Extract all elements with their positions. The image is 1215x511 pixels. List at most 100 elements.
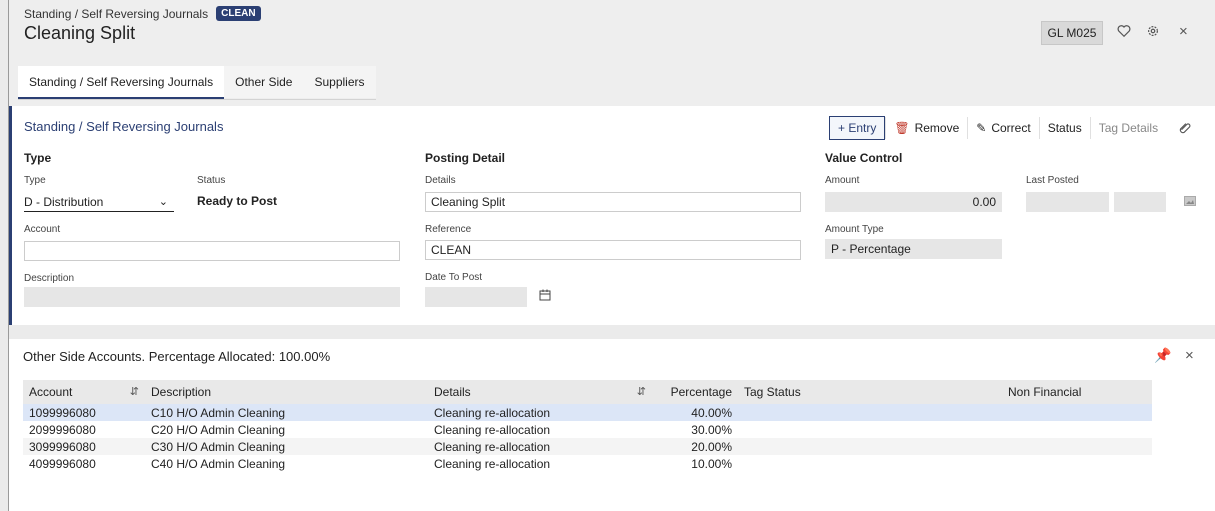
col-description-header[interactable]: Description xyxy=(145,380,428,404)
cell-tag-status xyxy=(738,438,1002,455)
cell-account: 4099996080 xyxy=(23,455,145,472)
close-icon[interactable]: × xyxy=(1179,23,1188,40)
cell-description: C30 H/O Admin Cleaning xyxy=(145,438,428,455)
col-details-label: Details xyxy=(434,385,471,399)
description-field xyxy=(24,287,400,307)
tag-details-button[interactable]: Tag Details xyxy=(1089,117,1166,139)
amount-type-field: P - Percentage xyxy=(825,239,1002,259)
other-side-accounts-table: Account ⇵ Description Details ⇵ Percentage… xyxy=(23,380,1152,472)
close-panel-icon[interactable]: × xyxy=(1185,347,1194,364)
remove-label: Remove xyxy=(914,121,960,135)
cell-tag-status xyxy=(738,455,1002,472)
page-title: Cleaning Split xyxy=(24,23,136,43)
cell-description: C20 H/O Admin Cleaning xyxy=(145,421,428,438)
record-badge: CLEAN xyxy=(216,6,261,21)
entry-button[interactable]: + Entry xyxy=(829,116,886,140)
journal-details-panel: Standing / Self Reversing Journals + Ent… xyxy=(9,106,1215,325)
chevron-down-icon: ⌄ xyxy=(158,196,168,208)
description-label: Description xyxy=(24,273,75,284)
table-row[interactable]: 4099996080 C40 H/O Admin Cleaning Cleani… xyxy=(23,455,1152,472)
correct-button[interactable]: ✎ Correct xyxy=(967,117,1038,139)
action-toolbar: + Entry 🗑 Remove ✎ Correct Status Tag De… xyxy=(829,116,1200,140)
heart-icon[interactable] xyxy=(1117,24,1131,41)
status-label: Status xyxy=(197,175,226,186)
type-select[interactable]: D - Distribution ⌄ xyxy=(24,192,174,212)
sort-icon[interactable]: ⇵ xyxy=(637,385,646,398)
sort-icon[interactable]: ⇵ xyxy=(130,385,139,398)
table-row[interactable]: 2099996080 C20 H/O Admin Cleaning Cleani… xyxy=(23,421,1152,438)
cell-details: Cleaning re-allocation xyxy=(428,404,652,421)
type-group-heading: Type xyxy=(24,151,52,165)
table-row[interactable]: 1099996080 C10 H/O Admin Cleaning Cleani… xyxy=(23,404,1152,421)
date-to-post-field[interactable] xyxy=(425,287,527,307)
app-window: Standing / Self Reversing Journals CLEAN… xyxy=(8,0,1215,511)
cell-details: Cleaning re-allocation xyxy=(428,421,652,438)
type-select-value: D - Distribution xyxy=(24,194,104,209)
cell-percentage: 20.00% xyxy=(652,438,738,455)
other-side-accounts-panel: Other Side Accounts. Percentage Allocate… xyxy=(9,339,1215,511)
last-posted-date-field xyxy=(1026,192,1109,212)
section-title: Standing / Self Reversing Journals xyxy=(24,119,224,134)
account-label: Account xyxy=(24,224,61,235)
status-value: Ready to Post xyxy=(197,194,278,208)
cell-non-financial xyxy=(1002,438,1152,455)
cell-account: 3099996080 xyxy=(23,438,145,455)
amount-field: 0.00 xyxy=(825,192,1002,212)
col-details-header[interactable]: Details ⇵ xyxy=(428,380,652,404)
cell-non-financial xyxy=(1002,421,1152,438)
tab-bar: Standing / Self Reversing Journals Other… xyxy=(18,66,376,100)
account-input[interactable] xyxy=(24,241,400,261)
col-percentage-header[interactable]: Percentage xyxy=(652,380,738,404)
table-row[interactable]: 3099996080 C30 H/O Admin Cleaning Cleani… xyxy=(23,438,1152,455)
cell-description: C10 H/O Admin Cleaning xyxy=(145,404,428,421)
tab-standing-journals[interactable]: Standing / Self Reversing Journals xyxy=(18,66,225,99)
last-posted-period-field xyxy=(1114,192,1166,212)
posting-group-heading: Posting Detail xyxy=(425,151,506,165)
cell-non-financial xyxy=(1002,404,1152,421)
attachment-icon[interactable] xyxy=(1166,117,1200,139)
amount-label: Amount xyxy=(825,175,860,186)
remove-button[interactable]: 🗑 Remove xyxy=(885,117,967,139)
panel-divider xyxy=(9,325,1215,339)
reference-label: Reference xyxy=(425,224,472,235)
page-header: Standing / Self Reversing Journals CLEAN… xyxy=(9,0,1215,106)
type-label: Type xyxy=(24,175,46,186)
program-code-button[interactable]: GL M025 xyxy=(1041,21,1103,45)
cell-percentage: 30.00% xyxy=(652,421,738,438)
col-account-label: Account xyxy=(29,385,73,399)
cell-details: Cleaning re-allocation xyxy=(428,455,652,472)
details-label: Details xyxy=(425,175,456,186)
tab-other-side[interactable]: Other Side xyxy=(224,66,304,98)
tab-suppliers[interactable]: Suppliers xyxy=(303,66,376,98)
last-posted-label: Last Posted xyxy=(1026,175,1079,186)
cell-details: Cleaning re-allocation xyxy=(428,438,652,455)
cell-non-financial xyxy=(1002,455,1152,472)
reference-input[interactable]: CLEAN xyxy=(425,240,801,260)
pin-icon[interactable]: 📌 xyxy=(1154,347,1171,364)
col-tag-status-header[interactable]: Tag Status xyxy=(738,380,1002,404)
cell-description: C40 H/O Admin Cleaning xyxy=(145,455,428,472)
breadcrumb-text[interactable]: Standing / Self Reversing Journals xyxy=(24,7,208,21)
value-group-heading: Value Control xyxy=(825,151,903,165)
status-button[interactable]: Status xyxy=(1038,117,1090,139)
col-account-header[interactable]: Account ⇵ xyxy=(23,380,145,404)
date-to-post-label: Date To Post xyxy=(425,272,483,283)
breadcrumb: Standing / Self Reversing Journals CLEAN xyxy=(24,6,261,21)
cell-account: 1099996080 xyxy=(23,404,145,421)
cell-percentage: 40.00% xyxy=(652,404,738,421)
amount-type-label: Amount Type xyxy=(825,224,884,235)
trash-icon: 🗑 xyxy=(894,121,910,135)
grid-title: Other Side Accounts. Percentage Allocate… xyxy=(23,349,331,364)
cell-percentage: 10.00% xyxy=(652,455,738,472)
cell-account: 2099996080 xyxy=(23,421,145,438)
details-input[interactable]: Cleaning Split xyxy=(425,192,801,212)
table-header-row: Account ⇵ Description Details ⇵ Percentage… xyxy=(23,380,1152,404)
image-icon[interactable] xyxy=(1184,195,1196,210)
cell-tag-status xyxy=(738,404,1002,421)
gear-icon[interactable] xyxy=(1146,24,1160,41)
pencil-icon: ✎ xyxy=(976,121,987,135)
col-non-financial-header[interactable]: Non Financial xyxy=(1002,380,1152,404)
correct-label: Correct xyxy=(991,121,1031,135)
cell-tag-status xyxy=(738,421,1002,438)
calendar-icon[interactable] xyxy=(539,289,551,304)
